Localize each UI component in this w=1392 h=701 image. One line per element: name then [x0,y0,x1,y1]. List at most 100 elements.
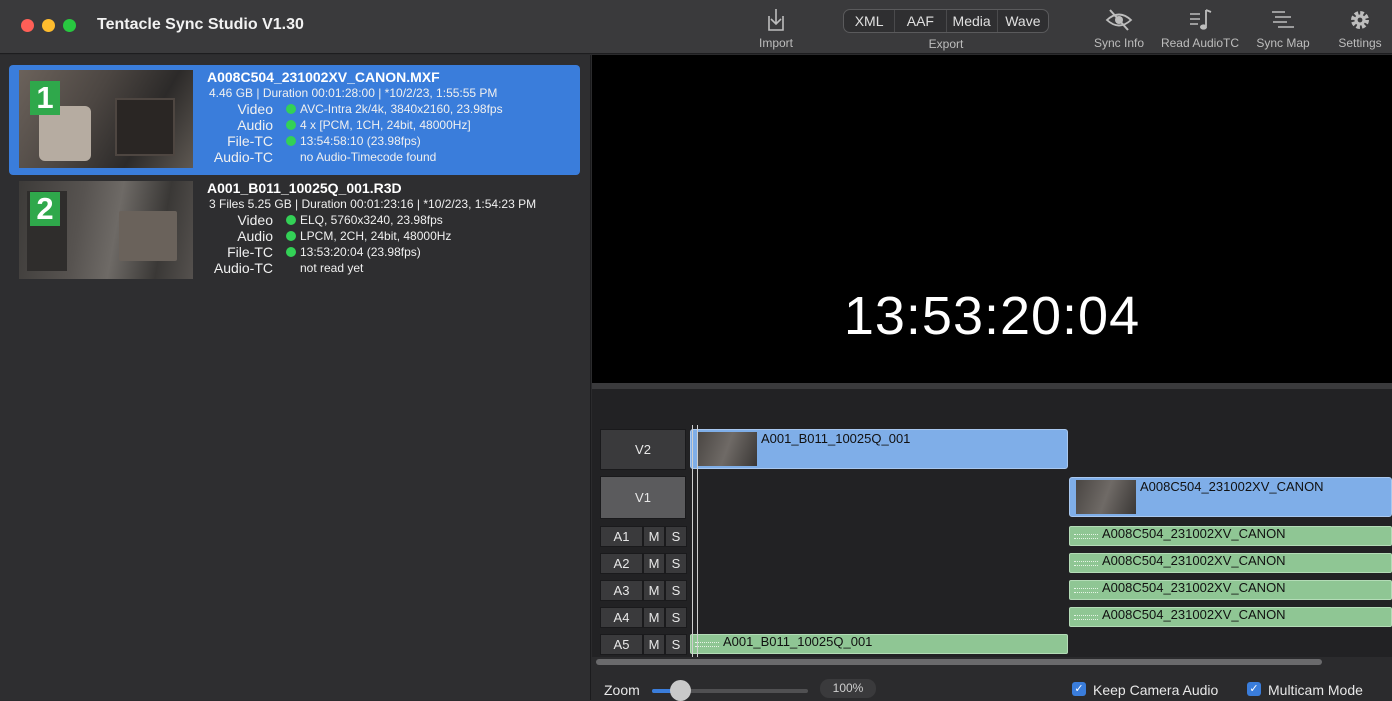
audio-info: 4 x [PCM, 1CH, 24bit, 48000Hz] [300,118,471,132]
title-bar: Tentacle Sync Studio V1.30 Import XML AA… [0,0,1392,54]
timeline-clip-name: A008C504_231002XV_CANON [1102,526,1286,541]
file-tc-status-dot [286,136,296,146]
minimize-window-button[interactable] [42,19,55,32]
eye-slash-icon [1105,9,1133,31]
file-tc-status-dot [286,247,296,257]
audio-tc-label: Audio-TC [213,149,273,165]
track-header-a1: A1 M S [600,526,687,547]
file-tc-info: 13:54:58:10 (23.98fps) [300,134,421,148]
audio-tc-info: no Audio-Timecode found [300,150,437,164]
playhead[interactable] [692,425,698,657]
clip-thumbnail [697,432,757,466]
zoom-window-button[interactable] [63,19,76,32]
sync-map-label: Sync Map [1256,36,1310,50]
clip-thumbnail: 2 [19,181,193,279]
clip-name: A008C504_231002XV_CANON.MXF [207,69,440,85]
track-header-v2[interactable]: V2 [600,429,686,470]
audio-tc-label: Audio-TC [213,260,273,276]
settings-button[interactable]: Settings [1332,6,1388,50]
mute-button[interactable]: M [643,634,665,655]
audio-status-dot [286,120,296,130]
solo-button[interactable]: S [665,607,687,628]
file-tc-label: File-TC [227,133,273,149]
multicam-mode-checkbox[interactable]: ✓ [1247,682,1261,696]
track-name[interactable]: A1 [600,526,643,547]
timeline[interactable]: V2 V1 A1 M S A2 M S A3 M S A4 M S A5 M S… [592,389,1392,665]
export-label: Export [928,37,964,51]
clip-item[interactable]: 1 A008C504_231002XV_CANON.MXF 4.46 GB | … [9,65,580,175]
close-window-button[interactable] [21,19,34,32]
music-note-list-icon [1190,9,1212,30]
mute-button[interactable]: M [643,607,665,628]
timeline-clip-a2[interactable]: A008C504_231002XV_CANON [1069,553,1392,573]
zoom-slider-knob[interactable] [670,680,691,701]
import-button[interactable]: Import [752,6,800,50]
mute-button[interactable]: M [643,526,665,547]
bottom-bar: Zoom 100% ✓ Keep Camera Audio ✓ Multicam… [592,676,1392,701]
clip-item[interactable]: 2 A001_B011_10025Q_001.R3D 3 Files 5.25 … [9,176,580,286]
track-name[interactable]: A5 [600,634,643,655]
import-label: Import [758,36,793,50]
zoom-value: 100% [820,679,876,698]
read-audio-tc-label: Read AudioTC [1160,36,1240,50]
track-header-a5: A5 M S [600,634,687,655]
keep-camera-audio-checkbox[interactable]: ✓ [1072,682,1086,696]
app-title: Tentacle Sync Studio V1.30 [97,16,304,33]
clip-thumbnail: 1 [19,70,193,168]
export-wave-button[interactable]: Wave [998,10,1048,32]
timeline-clip-a4[interactable]: A008C504_231002XV_CANON [1069,607,1392,627]
track-name[interactable]: A2 [600,553,643,574]
sync-map-icon [1272,11,1294,28]
export-media-button[interactable]: Media [947,10,998,32]
import-icon [768,9,784,31]
export-xml-button[interactable]: XML [844,10,896,32]
video-label: Video [237,101,273,117]
solo-button[interactable]: S [665,526,687,547]
clip-list-panel: 1 A008C504_231002XV_CANON.MXF 4.46 GB | … [0,55,591,700]
timeline-clip-a1[interactable]: A008C504_231002XV_CANON [1069,526,1392,546]
track-name[interactable]: A4 [600,607,643,628]
timeline-clip-name: A008C504_231002XV_CANON [1140,479,1324,494]
video-status-dot [286,104,296,114]
solo-button[interactable]: S [665,553,687,574]
video-info: AVC-Intra 2k/4k, 3840x2160, 23.98fps [300,102,503,116]
mute-button[interactable]: M [643,580,665,601]
timeline-scrollbar[interactable] [596,659,1322,665]
preview-viewer: 13:53:20:04 [592,55,1392,383]
track-header-v1[interactable]: V1 [600,476,686,519]
video-label: Video [237,212,273,228]
sync-info-label: Sync Info [1093,36,1145,50]
track-header-a3: A3 M S [600,580,687,601]
timeline-clip-name: A001_B011_10025Q_001 [723,634,873,649]
timeline-clip-name: A008C504_231002XV_CANON [1102,553,1286,568]
export-aaf-button[interactable]: AAF [895,10,947,32]
gear-icon [1351,11,1369,29]
solo-button[interactable]: S [665,634,687,655]
waveform-icon [1074,561,1098,566]
solo-button[interactable]: S [665,580,687,601]
sync-info-button[interactable]: Sync Info [1088,6,1150,50]
clip-number-badge: 1 [30,81,60,115]
clip-number-badge: 2 [30,192,60,226]
sync-map-button[interactable]: Sync Map [1250,6,1316,50]
timeline-clip-a5[interactable]: A001_B011_10025Q_001 [690,634,1068,654]
clip-meta: 3 Files 5.25 GB | Duration 00:01:23:16 |… [209,197,537,211]
read-audio-tc-button[interactable]: Read AudioTC [1158,6,1242,50]
timeline-clip-v1[interactable]: A008C504_231002XV_CANON [1069,477,1392,517]
audio-label: Audio [237,117,273,133]
timeline-clip-a3[interactable]: A008C504_231002XV_CANON [1069,580,1392,600]
preview-timecode: 13:53:20:04 [843,286,1141,346]
mute-button[interactable]: M [643,553,665,574]
zoom-label: Zoom [604,682,640,698]
multicam-mode-label: Multicam Mode [1268,682,1363,698]
track-name[interactable]: A3 [600,580,643,601]
waveform-icon [1074,588,1098,593]
audio-status-dot [286,231,296,241]
export-segmented-control: XML AAF Media Wave [843,9,1049,33]
audio-label: Audio [237,228,273,244]
audio-tc-info: not read yet [300,261,364,275]
clip-name: A001_B011_10025Q_001.R3D [207,180,402,196]
clip-meta: 4.46 GB | Duration 00:01:28:00 | *10/2/2… [209,86,498,100]
waveform-icon [1074,615,1098,620]
timeline-clip-v2[interactable]: A001_B011_10025Q_001 [690,429,1068,469]
